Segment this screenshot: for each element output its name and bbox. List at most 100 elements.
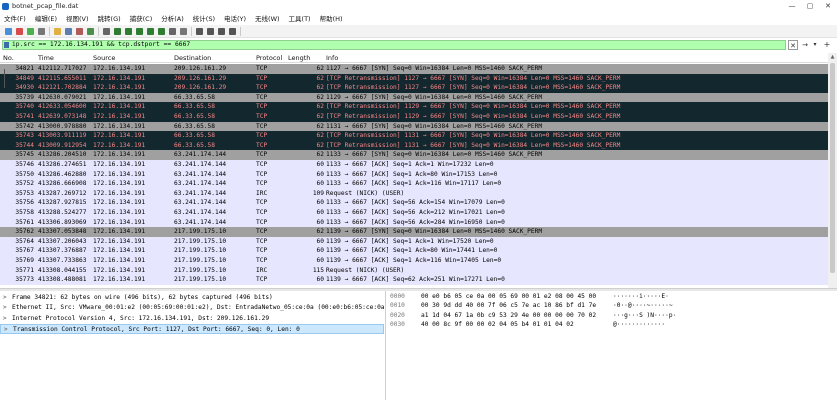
toolbar-button[interactable]	[52, 26, 62, 36]
column-header-protocol[interactable]: Protocol	[256, 54, 282, 62]
filter-bookmark-icon[interactable]	[4, 42, 9, 48]
toolbar-button[interactable]	[227, 26, 237, 36]
table-row[interactable]: 35742 413000.978880 172.16.134.191 66.33.65…	[0, 121, 828, 132]
table-row[interactable]: 34930 412121.702884 172.16.134.191 209.126.…	[0, 83, 828, 93]
detail-tree-item[interactable]: > Frame 34821: 62 bytes on wire (496 bits…	[0, 293, 384, 303]
cell-no: 35745	[15, 151, 34, 159]
filter-history-dropdown[interactable]: ▾	[811, 40, 819, 50]
table-row[interactable]: 35769 413307.733863 172.16.134.191 217.199.…	[0, 256, 828, 266]
toolbar-button[interactable]	[145, 26, 155, 36]
column-header-no[interactable]: No.	[3, 54, 14, 62]
toolbar-button[interactable]	[101, 26, 111, 36]
add-filter-button-icon[interactable]: +	[821, 40, 833, 50]
bytes-hex[interactable]: 40 00 8c 9f 00 00 02 04 05 b4 01 01 04 0…	[421, 320, 574, 329]
bytes-ascii[interactable]: ·······i·····E·	[613, 292, 669, 301]
column-header-time[interactable]: Time	[38, 54, 54, 62]
table-row[interactable]: 35739 412630.079021 172.16.134.191 66.33.65…	[0, 92, 828, 103]
toolbar-button[interactable]	[3, 26, 13, 36]
scrollbar-thumb[interactable]	[830, 63, 835, 273]
detail-tree-item[interactable]: > Transmission Control Protocol, Src Port…	[0, 324, 384, 335]
detail-tree-item[interactable]: > Ethernet II, Src: VMware_00:01:e2 (00:0…	[0, 303, 384, 313]
menu-item[interactable]: 统计(S)	[193, 13, 215, 23]
toolbar-button[interactable]	[134, 26, 144, 36]
bytes-offset[interactable]: 0020	[390, 311, 405, 320]
table-row[interactable]: 35744 413009.912954 172.16.134.191 66.33.65…	[0, 140, 828, 151]
table-row[interactable]: 35740 412633.054600 172.16.134.191 66.33.65…	[0, 102, 828, 112]
menu-item[interactable]: 帮助(H)	[320, 13, 343, 23]
toolbar-button[interactable]	[112, 26, 122, 36]
toolbar-button[interactable]	[167, 26, 177, 36]
scroll-up-icon[interactable]: ▲	[828, 53, 837, 61]
menu-item[interactable]: 编辑(E)	[35, 13, 57, 23]
column-header-info[interactable]: Info	[326, 54, 338, 62]
expand-arrow-icon[interactable]: >	[3, 303, 7, 313]
menu-item[interactable]: 工具(T)	[289, 13, 311, 23]
minimize-icon[interactable]: —	[783, 0, 801, 12]
packet-list-scrollbar[interactable]: ▲	[828, 53, 837, 288]
table-row[interactable]: 35762 413307.053848 172.16.134.191 217.199.…	[0, 227, 828, 237]
menu-item[interactable]: 捕获(C)	[130, 13, 153, 23]
cell-no: 35758	[15, 209, 34, 216]
toolbar-button[interactable]	[205, 26, 215, 36]
table-row[interactable]: 35750 413286.462880 172.16.134.191 63.241.1…	[0, 169, 828, 180]
toolbar-button[interactable]	[123, 26, 133, 36]
bytes-ascii[interactable]: ·0··@····~·····~	[613, 301, 673, 310]
toolbar-button[interactable]	[156, 26, 166, 36]
toolbar-button[interactable]	[25, 26, 35, 36]
toolbar-button[interactable]	[194, 26, 204, 36]
column-header-length[interactable]: Length	[288, 54, 310, 62]
menu-item[interactable]: 无线(W)	[255, 13, 280, 23]
bytes-offset[interactable]: 0030	[390, 320, 405, 329]
last-packet-icon	[157, 27, 165, 35]
bytes-ascii[interactable]: @·············	[613, 320, 665, 329]
menu-item[interactable]: 分析(A)	[161, 13, 184, 23]
bytes-hex[interactable]: 00 e0 b6 05 ce 0a 00 05 69 00 01 e2 08 0…	[421, 292, 596, 301]
menu-item[interactable]: 电话(Y)	[224, 13, 246, 23]
maximize-icon[interactable]: ▢	[801, 0, 819, 12]
menu-item[interactable]: 视图(V)	[66, 13, 89, 23]
detail-tree-item[interactable]: > Internet Protocol Version 4, Src: 172.1…	[0, 314, 384, 324]
bytes-hex[interactable]: 00 30 9d dd 40 00 7f 06 c5 7e ac 10 86 b…	[421, 301, 596, 310]
table-row[interactable]: 35741 412639.073148 172.16.134.191 66.33.65…	[0, 112, 828, 122]
menu-item[interactable]: 跳转(G)	[98, 13, 121, 23]
bytes-hex[interactable]: a1 1d 04 67 1a 0b c9 53 29 4e 00 00 00 0…	[421, 311, 596, 320]
apply-filter-button[interactable]: →	[800, 40, 810, 50]
clear-filter-button[interactable]: ✕	[788, 40, 798, 50]
cell-source: 172.16.134.191	[93, 266, 146, 274]
bytes-offset[interactable]: 0010	[390, 301, 405, 310]
table-row[interactable]: 35773 413308.488081 172.16.134.191 217.199.…	[0, 275, 828, 285]
table-row[interactable]: 35746 413286.274651 172.16.134.191 63.241.1…	[0, 160, 828, 170]
table-row[interactable]: 35764 413307.206043 172.16.134.191 217.199.…	[0, 236, 828, 247]
column-header-destination[interactable]: Destination	[174, 54, 211, 62]
table-row[interactable]: 35771 413308.044155 172.16.134.191 217.199.…	[0, 265, 828, 276]
close-window-icon[interactable]: ✕	[819, 0, 837, 12]
cell-time: 413308.044155	[38, 266, 87, 274]
menu-item[interactable]: 文件(F)	[4, 13, 26, 23]
table-row[interactable]: 34821 412112.717027 172.16.134.191 209.126.…	[0, 64, 828, 75]
bytes-ascii[interactable]: ···g···S )N····p·	[613, 311, 676, 320]
toolbar-button[interactable]	[178, 26, 188, 36]
expand-arrow-icon[interactable]: >	[3, 314, 7, 324]
table-row[interactable]: 35756 413287.927815 172.16.134.191 63.241.1…	[0, 198, 828, 208]
expand-arrow-icon[interactable]: >	[3, 293, 7, 303]
toolbar-button[interactable]	[74, 26, 84, 36]
display-filter-input[interactable]: ip.src == 172.16.134.191 && tcp.dstport …	[2, 40, 786, 50]
toolbar-button[interactable]	[36, 26, 46, 36]
cell-length: 60	[316, 170, 324, 178]
table-row[interactable]: 35761 413306.893069 172.16.134.191 63.241.1…	[0, 217, 828, 228]
table-row[interactable]: 35745 413286.204510 172.16.134.191 63.241.1…	[0, 150, 828, 160]
table-row[interactable]: 35753 413287.269712 172.16.134.191 63.241.1…	[0, 188, 828, 199]
table-row[interactable]: 35758 413288.524277 172.16.134.191 63.241.1…	[0, 208, 828, 218]
toolbar-button[interactable]	[85, 26, 95, 36]
toolbar-button[interactable]	[14, 26, 24, 36]
toolbar-button[interactable]	[216, 26, 226, 36]
table-row[interactable]: 35743 413003.911119 172.16.134.191 66.33.65…	[0, 131, 828, 141]
toolbar-button[interactable]	[63, 26, 73, 36]
bytes-offset[interactable]: 0000	[390, 292, 405, 301]
column-header-source[interactable]: Source	[93, 54, 115, 62]
table-row[interactable]: 34849 412115.655011 172.16.134.191 209.126.…	[0, 73, 828, 84]
packet-list[interactable]: 34821 412112.717027 172.16.134.191 209.126.…	[0, 64, 828, 288]
expand-arrow-icon[interactable]: >	[4, 325, 8, 333]
table-row[interactable]: 35752 413286.666908 172.16.134.191 63.241.1…	[0, 179, 828, 189]
table-row[interactable]: 35767 413307.376887 172.16.134.191 217.199.…	[0, 246, 828, 256]
